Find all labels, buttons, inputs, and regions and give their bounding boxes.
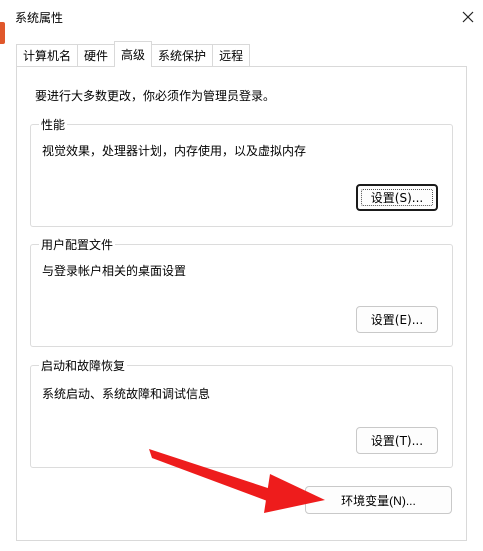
tab-computer-name[interactable]: 计算机名 <box>16 44 79 67</box>
performance-description: 视觉效果，处理器计划，内存使用，以及虚拟内存 <box>42 144 307 158</box>
startup-recovery-description: 系统启动、系统故障和调试信息 <box>42 387 211 401</box>
tab-system-protection[interactable]: 系统保护 <box>151 44 214 67</box>
environment-variables-button[interactable]: 环境变量(N)... <box>305 486 452 514</box>
user-profiles-group-title: 用户配置文件 <box>39 236 116 253</box>
startup-recovery-group-title: 启动和故障恢复 <box>39 357 128 374</box>
tab-hardware[interactable]: 硬件 <box>77 44 116 67</box>
tab-remote[interactable]: 远程 <box>212 44 251 67</box>
title-bar: 系统属性 <box>0 0 483 34</box>
user-profiles-description: 与登录帐户相关的桌面设置 <box>42 264 187 278</box>
startup-recovery-group: 启动和故障恢复 系统启动、系统故障和调试信息 设置(T)... <box>30 357 453 468</box>
user-profiles-group: 用户配置文件 与登录帐户相关的桌面设置 设置(E)... <box>30 236 453 347</box>
system-properties-dialog: 系统属性 计算机名 硬件 高级 系统保护 远程 要进行大多数更改，你必须作为管理… <box>0 0 483 551</box>
performance-settings-button[interactable]: 设置(S)... <box>356 184 438 211</box>
close-icon <box>462 11 474 23</box>
admin-note: 要进行大多数更改，你必须作为管理员登录。 <box>35 89 276 103</box>
startup-recovery-settings-button[interactable]: 设置(T)... <box>356 427 438 454</box>
window-title: 系统属性 <box>15 11 64 25</box>
performance-group-title: 性能 <box>39 116 68 133</box>
tab-strip: 计算机名 硬件 高级 系统保护 远程 <box>16 41 251 67</box>
performance-group: 性能 视觉效果，处理器计划，内存使用，以及虚拟内存 设置(S)... <box>30 116 453 227</box>
tab-advanced[interactable]: 高级 <box>114 41 153 67</box>
user-profiles-settings-button[interactable]: 设置(E)... <box>356 306 438 333</box>
close-button[interactable] <box>455 4 481 30</box>
